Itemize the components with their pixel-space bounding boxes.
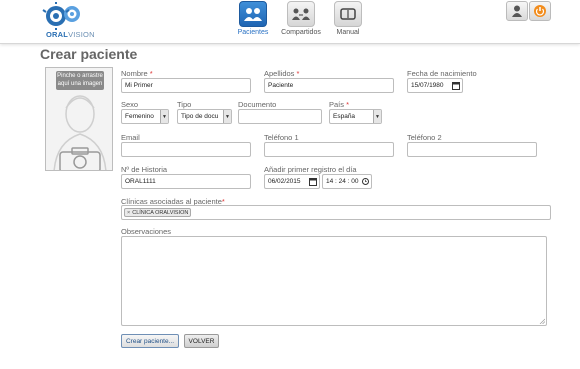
nombre-label: Nombre * (121, 69, 153, 78)
camera-icon[interactable] (56, 146, 104, 171)
email-label: Email (121, 133, 140, 142)
shared-icon (287, 1, 315, 27)
nav-label-manual: Manual (336, 29, 360, 36)
photo-hint: Pinche o arrastre aquí una imagen (56, 71, 104, 90)
historia-label: Nº de Historia (121, 165, 168, 174)
logo-text: ORALVISION (46, 30, 95, 39)
patients-icon (239, 1, 267, 27)
sexo-select[interactable]: Femenino ▼ (121, 109, 169, 124)
calendar-icon[interactable] (452, 81, 460, 90)
volver-button[interactable]: VOLVER (184, 334, 219, 348)
chevron-down-icon: ▼ (373, 110, 381, 123)
clinic-chip[interactable]: × CLÍNICA ORALVISION (124, 208, 192, 217)
remove-chip-icon[interactable]: × (127, 210, 130, 216)
page-title: Crear paciente (40, 46, 138, 62)
telefono2-input[interactable] (407, 142, 537, 157)
apellidos-input[interactable]: Paciente (264, 78, 394, 93)
top-bar: ORALVISION Pacientes Compartidos Manual (0, 0, 580, 44)
tipo-label: Tipo (177, 100, 192, 109)
logout-button[interactable] (529, 1, 551, 21)
observaciones-label: Observaciones (121, 227, 172, 236)
primer-registro-date-input[interactable]: 06/02/2015 (264, 174, 320, 189)
documento-label: Documento (238, 100, 277, 109)
nav-manual[interactable]: Manual (318, 1, 378, 36)
fecha-nacimiento-input[interactable]: 15/07/1980 (407, 78, 463, 93)
primer-registro-label: Añadir primer registro el día (264, 165, 357, 174)
sexo-label: Sexo (121, 100, 139, 109)
chevron-down-icon: ▼ (223, 110, 231, 123)
resize-grip-icon[interactable] (539, 318, 545, 324)
crear-paciente-button[interactable]: Crear paciente... (121, 334, 179, 348)
clinicas-multiselect[interactable]: × CLÍNICA ORALVISION (121, 205, 551, 220)
nombre-input[interactable]: Mi Primer (121, 78, 251, 93)
pais-label: País * (329, 100, 350, 109)
observaciones-textarea[interactable] (121, 236, 547, 326)
primer-registro-time-input[interactable]: 14 : 24 : 00 (322, 174, 372, 189)
photo-dropzone[interactable]: Pinche o arrastre aquí una imagen (45, 67, 113, 171)
email-input[interactable] (121, 142, 251, 157)
power-icon (534, 5, 546, 17)
calendar-icon[interactable] (309, 177, 317, 186)
apellidos-label: Apellidos * (264, 69, 300, 78)
telefono1-input[interactable] (264, 142, 394, 157)
historia-input[interactable]: ORAL1111 (121, 174, 251, 189)
manual-icon (334, 1, 362, 27)
clock-icon[interactable] (362, 178, 369, 185)
telefono1-label: Teléfono 1 (264, 133, 299, 142)
tipo-documento-select[interactable]: Tipo de docu ▼ (177, 109, 232, 124)
user-avatar-icon (512, 5, 522, 17)
pais-select[interactable]: España ▼ (329, 109, 382, 124)
documento-input[interactable] (238, 109, 322, 124)
fecha-nacimiento-label: Fecha de nacimiento (407, 69, 477, 78)
telefono2-label: Teléfono 2 (407, 133, 442, 142)
chevron-down-icon: ▼ (160, 110, 168, 123)
user-profile-button[interactable] (506, 1, 528, 21)
